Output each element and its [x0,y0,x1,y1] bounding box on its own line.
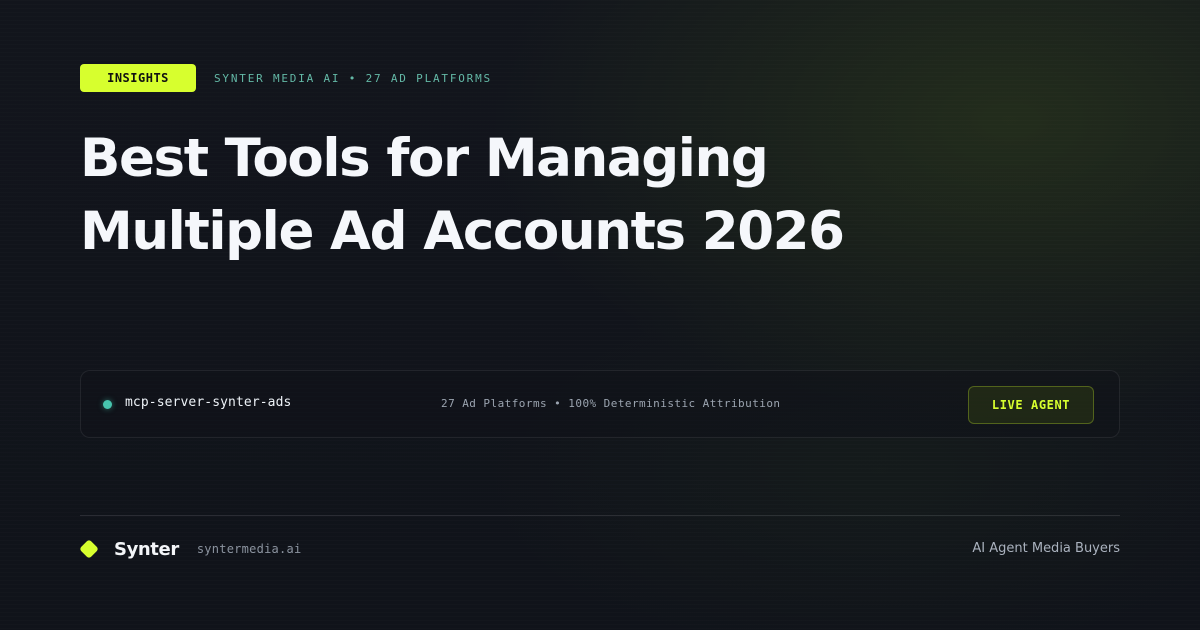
footer-divider [80,515,1120,516]
agent-details: 27 Ad Platforms • 100% Deterministic Att… [441,397,781,410]
site-url: syntermedia.ai [196,542,302,556]
social-card: INSIGHTS SYNTER MEDIA AI • 27 AD PLATFOR… [0,0,1200,630]
title-line-2: Multiple Ad Accounts 2026 [80,201,845,262]
source-meta: SYNTER MEDIA AI • 27 AD PLATFORMS [214,71,492,85]
category-badge: INSIGHTS [80,64,196,92]
agent-status-bar: mcp-server-synter-ads 27 Ad Platforms • … [80,370,1120,438]
brand-footer: Synter syntermedia.ai [78,537,301,561]
brand-name: Synter [114,538,179,560]
top-meta-row: INSIGHTS SYNTER MEDIA AI • 27 AD PLATFOR… [80,64,492,92]
page-title: Best Tools for Managing Multiple Ad Acco… [80,122,980,268]
server-name: mcp-server-synter-ads [125,395,292,410]
title-line-1: Best Tools for Managing [80,128,769,189]
brand-tagline: AI Agent Media Buyers [972,541,1120,556]
live-agent-button[interactable]: LIVE AGENT [968,386,1094,424]
diamond-logo-icon [78,538,100,560]
status-dot-icon [103,400,112,409]
